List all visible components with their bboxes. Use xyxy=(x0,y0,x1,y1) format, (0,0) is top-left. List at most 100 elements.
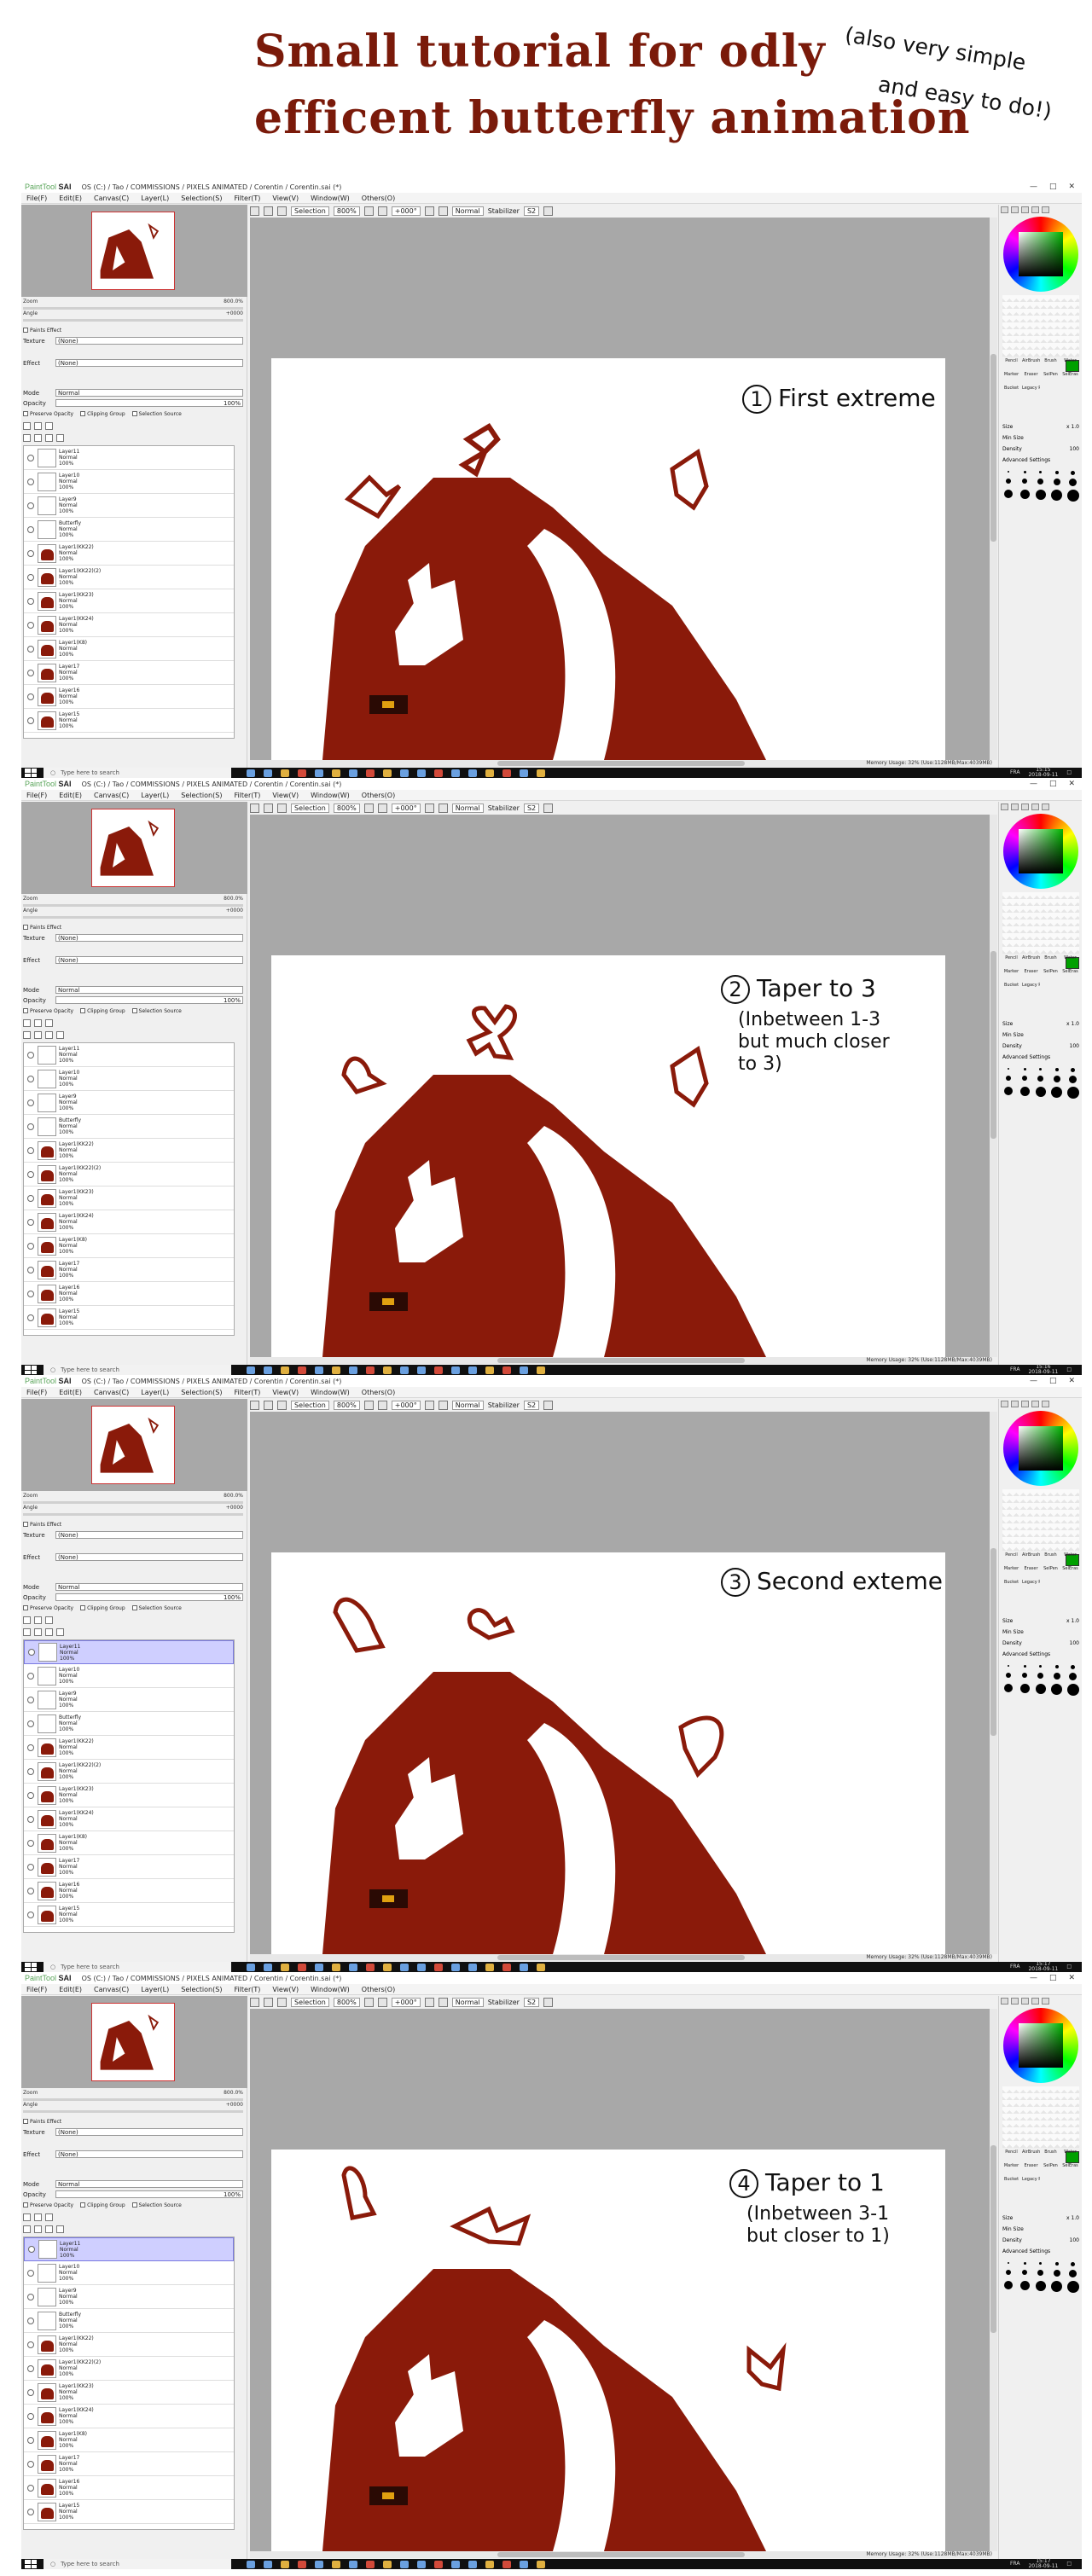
menu-item[interactable]: View(V) xyxy=(272,1986,299,1993)
tool-button[interactable]: SelPen xyxy=(1042,969,1060,981)
hsv-slider-icon[interactable] xyxy=(1021,804,1029,810)
menu-item[interactable]: Layer(L) xyxy=(141,1986,169,1993)
taskbar-app-icon[interactable] xyxy=(434,1366,443,1374)
taskbar-app-icon[interactable] xyxy=(451,769,460,777)
navigator-thumbnail[interactable] xyxy=(91,2003,175,2081)
new-folder-icon[interactable] xyxy=(45,2213,53,2221)
tool-button[interactable]: Brush xyxy=(1042,358,1060,370)
advanced-settings-label[interactable]: Advanced Settings xyxy=(1002,457,1050,463)
eye-icon[interactable] xyxy=(27,1242,34,1250)
clear-layer-icon[interactable] xyxy=(45,2225,53,2233)
opacity-slider[interactable]: 100% xyxy=(55,996,243,1004)
eye-icon[interactable] xyxy=(27,1887,34,1894)
taskbar-app-icon[interactable] xyxy=(349,2560,357,2568)
layer-row[interactable]: Layer9 Normal 100% xyxy=(24,1091,234,1115)
eye-icon[interactable] xyxy=(27,1051,34,1059)
preserve-opacity-checkbox[interactable] xyxy=(23,411,28,416)
taskbar-app-icon[interactable] xyxy=(468,2560,477,2568)
clear-layer-icon[interactable] xyxy=(45,1030,53,1039)
brush-size-dot[interactable] xyxy=(1004,490,1014,498)
vertical-scroll-thumb[interactable] xyxy=(990,354,996,542)
clear-layer-icon[interactable] xyxy=(45,433,53,442)
brush-size-dot[interactable] xyxy=(1008,2262,1010,2264)
brush-size-dot[interactable] xyxy=(1039,1068,1043,1070)
brush-size-dot[interactable] xyxy=(1035,2281,1046,2291)
zoom-select[interactable]: 800% xyxy=(333,1997,360,2007)
mode-select[interactable]: Normal xyxy=(451,1997,484,2007)
eye-icon[interactable] xyxy=(27,2317,34,2324)
tool-button[interactable] xyxy=(1042,1580,1060,1592)
scratchpad-icon[interactable] xyxy=(1042,1401,1049,1407)
notification-icon[interactable]: □ xyxy=(1066,1367,1072,1372)
angle-slider[interactable] xyxy=(23,319,243,322)
windows-start-icon[interactable] xyxy=(25,1366,37,1374)
brush-size-dot[interactable] xyxy=(1035,490,1046,500)
taskbar-app-icon[interactable] xyxy=(281,769,289,777)
close-canvas-icon[interactable] xyxy=(543,206,554,216)
layer-row[interactable]: Butterfly Normal 100% xyxy=(24,2309,234,2333)
menu-item[interactable]: Window(W) xyxy=(311,194,350,202)
stabilizer-select[interactable]: S2 xyxy=(523,1400,540,1410)
tool-button[interactable]: Legacy Pen xyxy=(1022,1580,1040,1592)
zoom-in-icon[interactable] xyxy=(363,1997,374,2007)
layer-row[interactable]: Layer1(KK22)(2) Normal 100% xyxy=(24,2357,234,2381)
menu-item[interactable]: Edit(E) xyxy=(59,1986,82,1993)
brush-size-dot[interactable] xyxy=(1022,1673,1028,1678)
minimize-icon[interactable]: — xyxy=(1030,1974,1037,1982)
vertical-scrollbar[interactable] xyxy=(990,218,997,760)
taskbar-app-icon[interactable] xyxy=(451,1366,460,1374)
taskbar-app-icon[interactable] xyxy=(383,1366,392,1374)
flip-icon[interactable] xyxy=(438,1400,448,1410)
brush-size-dot[interactable] xyxy=(1035,1684,1046,1694)
taskbar-app-icon[interactable] xyxy=(451,1963,460,1971)
transfer-down-icon[interactable] xyxy=(34,2225,42,2233)
tool-button[interactable]: Water xyxy=(1061,1552,1079,1564)
eye-icon[interactable] xyxy=(27,1839,34,1847)
transfer-down-icon[interactable] xyxy=(34,1627,42,1636)
close-canvas-icon[interactable] xyxy=(543,1997,554,2007)
rotate-icon[interactable] xyxy=(424,1997,434,2007)
redo-icon[interactable] xyxy=(264,1997,273,2007)
taskbar-app-icon[interactable] xyxy=(332,1366,340,1374)
maximize-icon[interactable]: □ xyxy=(1049,183,1057,191)
taskbar-app-icon[interactable] xyxy=(332,1963,340,1971)
new-layer-icon[interactable] xyxy=(23,421,31,430)
taskbar-app-icon[interactable] xyxy=(537,769,545,777)
menu-item[interactable]: View(V) xyxy=(272,1389,299,1396)
tool-button[interactable]: Brush xyxy=(1042,1552,1060,1564)
zoom-in-icon[interactable] xyxy=(363,206,374,216)
blend-mode-select[interactable]: Normal xyxy=(55,986,243,994)
brush-size-dot[interactable] xyxy=(1019,1684,1030,1693)
layer-row[interactable]: Layer1(KK22)(2) Normal 100% xyxy=(24,1760,234,1784)
canvas-area[interactable] xyxy=(250,2009,990,2551)
layer-row[interactable]: Layer10 Normal 100% xyxy=(24,1067,234,1091)
zoom-value[interactable]: 800.0% xyxy=(224,299,243,306)
brush-size-dot[interactable] xyxy=(1071,1665,1076,1669)
language-indicator[interactable]: FRA xyxy=(1010,770,1019,775)
taskbar-app-icon[interactable] xyxy=(537,1366,545,1374)
brush-size-dot[interactable] xyxy=(1054,471,1059,474)
selection-source-checkbox[interactable] xyxy=(131,1008,137,1013)
layer-row[interactable]: Layer15 Normal 100% xyxy=(24,1306,234,1330)
layer-row[interactable]: Layer1(KK24) Normal 100% xyxy=(24,613,234,637)
undo-icon[interactable] xyxy=(250,1400,259,1410)
zoom-in-icon[interactable] xyxy=(363,803,374,813)
layer-row[interactable]: Layer17 Normal 100% xyxy=(24,661,234,685)
taskbar-search[interactable]: ○ Type here to search xyxy=(44,1962,231,1972)
taskbar-app-icon[interactable] xyxy=(349,1366,357,1374)
zoom-select[interactable]: 800% xyxy=(333,1400,360,1410)
layer-row[interactable]: Layer15 Normal 100% xyxy=(24,1903,234,1927)
layer-row[interactable]: Layer9 Normal 100% xyxy=(24,2285,234,2309)
tool-button[interactable] xyxy=(1042,386,1060,397)
brush-size-dot[interactable] xyxy=(1008,1068,1010,1070)
new-linework-icon[interactable] xyxy=(34,421,42,430)
menu-item[interactable]: Edit(E) xyxy=(59,792,82,799)
taskbar-app-icon[interactable] xyxy=(366,769,375,777)
blend-mode-select[interactable]: Normal xyxy=(55,1583,243,1591)
minimize-icon[interactable]: — xyxy=(1030,183,1037,191)
menu-item[interactable]: Window(W) xyxy=(311,1986,350,1993)
selection-toggle[interactable]: Selection xyxy=(291,1997,329,2007)
navigator[interactable] xyxy=(21,205,247,297)
layer-row[interactable]: Layer11 Normal 100% xyxy=(24,446,234,470)
advanced-settings-row[interactable]: Advanced Settings xyxy=(1002,2247,1079,2255)
